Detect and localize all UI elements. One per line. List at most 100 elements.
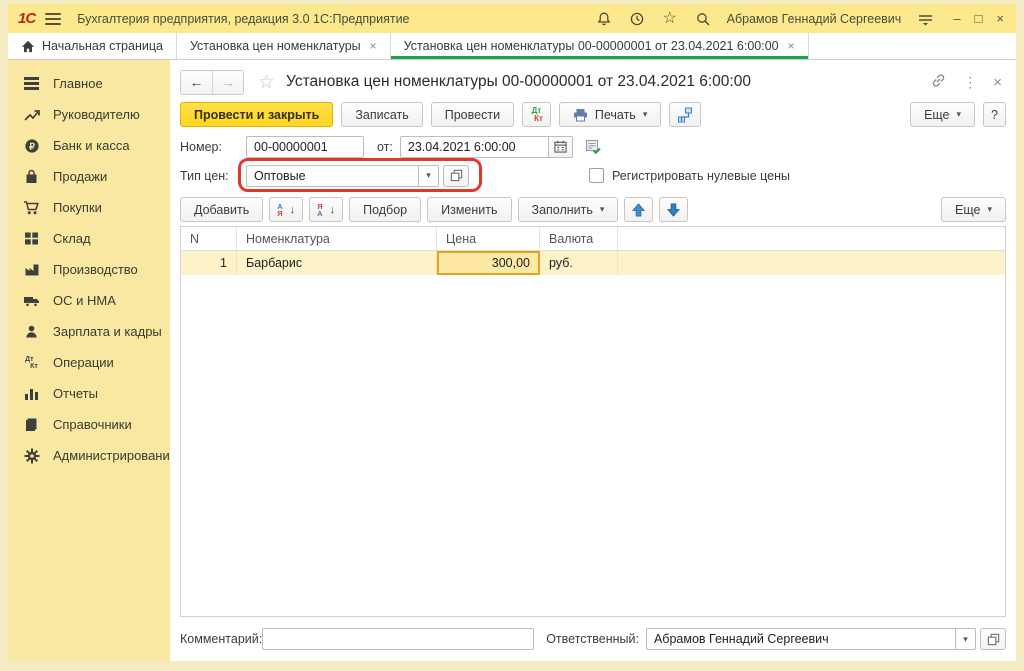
chevron-down-icon: ▾ bbox=[643, 109, 648, 120]
favorite-star-icon[interactable]: ☆ bbox=[258, 73, 275, 92]
fill-button[interactable]: Заполнить ▾ bbox=[518, 197, 619, 222]
sidebar-item-label: Продажи bbox=[53, 169, 107, 184]
price-type-choose-button[interactable] bbox=[443, 165, 469, 187]
sidebar-item-sklad[interactable]: Склад bbox=[8, 223, 170, 254]
favorites-star-icon[interactable]: ☆ bbox=[661, 10, 679, 28]
add-row-button[interactable]: Добавить bbox=[180, 197, 263, 222]
dt-kt-icon: ДтКт bbox=[530, 107, 543, 123]
sort-descending-button[interactable]: ЯА ↓ bbox=[309, 197, 343, 222]
move-down-button[interactable] bbox=[659, 197, 688, 222]
form-more-button[interactable]: Еще ▾ bbox=[910, 102, 975, 127]
table-empty-area bbox=[181, 275, 1005, 616]
save-button[interactable]: Записать bbox=[341, 102, 422, 127]
bag-icon bbox=[23, 168, 40, 185]
sidebar-item-bank-kassa[interactable]: ₽ Банк и касса bbox=[8, 130, 170, 161]
number-input[interactable] bbox=[246, 136, 364, 158]
comment-input[interactable] bbox=[262, 628, 534, 650]
sidebar-item-rukovoditelyu[interactable]: Руководителю bbox=[8, 99, 170, 130]
table-row[interactable]: 1 Барбарис 300,00 руб. bbox=[181, 251, 1005, 275]
sidebar-item-glavnoe[interactable]: Главное bbox=[8, 68, 170, 99]
service-menu-icon[interactable] bbox=[916, 10, 934, 28]
sidebar-item-label: Операции bbox=[53, 355, 114, 370]
sort-desc-icon: ЯА bbox=[317, 203, 322, 217]
tab-price-setting-list[interactable]: Установка цен номенклатуры × bbox=[177, 33, 391, 59]
zero-prices-checkbox[interactable]: Регистрировать нулевые цены bbox=[589, 168, 790, 183]
tab-close-icon[interactable]: × bbox=[370, 39, 377, 53]
maximize-button[interactable]: □ bbox=[975, 12, 983, 25]
document-structure-button[interactable] bbox=[669, 102, 701, 127]
dt-kt-postings-button[interactable]: ДтКт bbox=[522, 102, 551, 127]
chevron-down-icon: ▾ bbox=[600, 204, 605, 215]
cell-n[interactable]: 1 bbox=[181, 251, 237, 275]
up-arrow-icon bbox=[632, 203, 645, 217]
price-type-dropdown-button[interactable]: ▾ bbox=[418, 165, 439, 187]
print-button[interactable]: Печать ▾ bbox=[559, 102, 661, 127]
responsible-dropdown-button[interactable]: ▾ bbox=[955, 628, 976, 650]
set-time-doc-check-icon[interactable] bbox=[585, 139, 602, 155]
nav-history-group: ← → bbox=[180, 70, 244, 95]
calendar-button[interactable] bbox=[548, 136, 573, 158]
tab-price-setting-document[interactable]: Установка цен номенклатуры 00-00000001 о… bbox=[391, 33, 809, 59]
column-price[interactable]: Цена bbox=[437, 227, 540, 250]
open-list-icon bbox=[987, 633, 1000, 646]
post-and-close-button[interactable]: Провести и закрыть bbox=[180, 102, 333, 127]
close-form-icon[interactable]: × bbox=[993, 74, 1002, 91]
sidebar-item-proizvodstvo[interactable]: Производство bbox=[8, 254, 170, 285]
sidebar-item-label: Главное bbox=[53, 76, 103, 91]
sidebar-item-operacii[interactable]: ДтКт Операции bbox=[8, 347, 170, 378]
get-link-icon[interactable] bbox=[930, 72, 947, 92]
edit-button[interactable]: Изменить bbox=[427, 197, 511, 222]
cart-icon bbox=[23, 199, 40, 216]
responsible-combo[interactable] bbox=[646, 628, 955, 650]
responsible-choose-button[interactable] bbox=[980, 628, 1006, 650]
main-menu-icon[interactable] bbox=[45, 13, 61, 25]
help-button[interactable]: ? bbox=[983, 102, 1006, 127]
chevron-down-icon: ▾ bbox=[426, 170, 431, 181]
forward-arrow-button[interactable]: → bbox=[212, 71, 243, 94]
cell-nomenclature[interactable]: Барбарис bbox=[237, 251, 437, 275]
back-arrow-button[interactable]: ← bbox=[181, 71, 212, 94]
current-user-name[interactable]: Абрамов Геннадий Сергеевич bbox=[727, 12, 902, 26]
sidebar-item-administrirovanie[interactable]: Администрирование bbox=[8, 440, 170, 471]
notifications-bell-icon[interactable] bbox=[595, 10, 613, 28]
sidebar-item-spravochniki[interactable]: Справочники bbox=[8, 409, 170, 440]
print-label: Печать bbox=[595, 108, 636, 122]
tab-label: Установка цен номенклатуры 00-00000001 о… bbox=[404, 39, 779, 53]
open-list-icon bbox=[450, 169, 463, 182]
table-more-button[interactable]: Еще ▾ bbox=[941, 197, 1006, 222]
column-currency[interactable]: Валюта bbox=[540, 227, 618, 250]
tab-home[interactable]: Начальная страница bbox=[8, 33, 177, 59]
truck-icon bbox=[23, 292, 40, 309]
tab-close-icon[interactable]: × bbox=[788, 39, 795, 53]
more-label: Еще bbox=[924, 108, 949, 122]
gear-icon bbox=[23, 447, 40, 464]
pick-button[interactable]: Подбор bbox=[349, 197, 421, 222]
sort-ascending-button[interactable]: АЯ ↓ bbox=[269, 197, 303, 222]
date-input[interactable] bbox=[400, 136, 548, 158]
sidebar-item-pokupki[interactable]: Покупки bbox=[8, 192, 170, 223]
tab-label: Начальная страница bbox=[42, 39, 163, 53]
sort-asc-icon: АЯ bbox=[277, 203, 282, 217]
trend-chart-icon bbox=[23, 106, 40, 123]
sidebar-item-label: Администрирование bbox=[53, 448, 170, 463]
bar-chart-icon bbox=[23, 385, 40, 402]
sidebar-item-os-nma[interactable]: ОС и НМА bbox=[8, 285, 170, 316]
sidebar-item-otchety[interactable]: Отчеты bbox=[8, 378, 170, 409]
more-dots-icon[interactable]: ⋮ bbox=[963, 74, 977, 91]
checkbox-label: Регистрировать нулевые цены bbox=[612, 169, 790, 183]
checkbox-box[interactable] bbox=[589, 168, 604, 183]
minimize-button[interactable]: – bbox=[953, 12, 960, 25]
history-clock-icon[interactable] bbox=[628, 10, 646, 28]
sidebar-item-zarplata-kadry[interactable]: Зарплата и кадры bbox=[8, 316, 170, 347]
move-up-button[interactable] bbox=[624, 197, 653, 222]
price-type-combo[interactable] bbox=[246, 165, 418, 187]
column-nomenclature[interactable]: Номенклатура bbox=[237, 227, 437, 250]
cell-price-selected[interactable]: 300,00 bbox=[437, 251, 540, 275]
search-icon[interactable] bbox=[694, 10, 712, 28]
cell-currency[interactable]: руб. bbox=[540, 251, 618, 275]
post-button[interactable]: Провести bbox=[431, 102, 514, 127]
close-window-button[interactable]: × bbox=[996, 12, 1004, 25]
responsible-label: Ответственный: bbox=[546, 632, 639, 646]
sidebar-item-prodazhi[interactable]: Продажи bbox=[8, 161, 170, 192]
column-n[interactable]: N bbox=[181, 227, 237, 250]
